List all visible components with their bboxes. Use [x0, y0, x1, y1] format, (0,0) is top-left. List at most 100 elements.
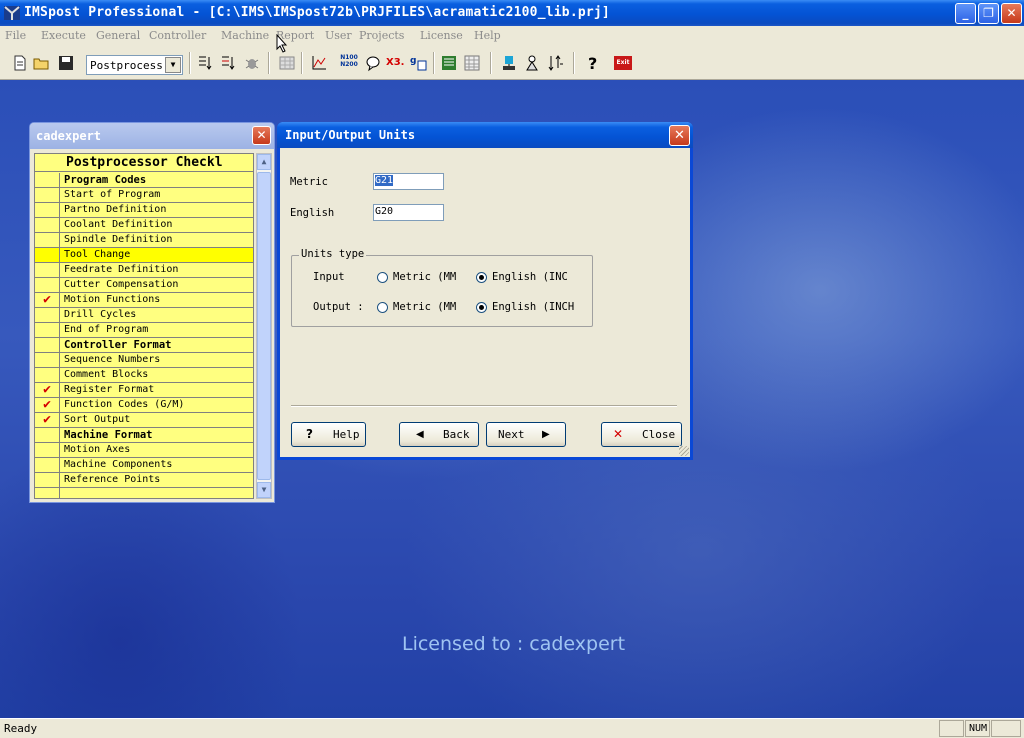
sequence-number-label-top: N100: [340, 54, 358, 61]
checklist-panel: cadexpert ✕ Postprocessor Checkl Program…: [29, 122, 275, 503]
checklist-row[interactable]: Program Codes: [35, 173, 253, 188]
input-metric-option[interactable]: Metric (MM: [393, 271, 456, 283]
sequence-number-button[interactable]: N100 N200: [339, 54, 359, 72]
checklist-row-label: Partno Definition: [64, 204, 167, 215]
resize-grip[interactable]: [679, 446, 689, 456]
checklist-row-label: Program Codes: [64, 174, 147, 186]
metric-code-value: G21: [375, 175, 394, 186]
grid-window-icon[interactable]: [278, 54, 296, 72]
scroll-thumb[interactable]: [257, 172, 271, 480]
checklist-row-label: Function Codes (G/M): [64, 399, 185, 410]
debug-bug-icon[interactable]: [243, 54, 261, 72]
checklist-row[interactable]: Controller Format: [35, 338, 253, 353]
mode-select[interactable]: Postprocess ▼: [86, 55, 183, 75]
checklist-row[interactable]: Motion Axes: [35, 443, 253, 458]
output-english-option[interactable]: English (INCH: [492, 301, 574, 313]
output-metric-option[interactable]: Metric (MM: [393, 301, 456, 313]
checklist-row[interactable]: ✔ Sort Output: [35, 413, 253, 428]
checklist-row[interactable]: Cutter Compensation: [35, 278, 253, 293]
help-question-icon[interactable]: ?: [584, 54, 602, 72]
scroll-down-icon[interactable]: ▼: [257, 482, 271, 498]
checklist-row[interactable]: End of Program: [35, 323, 253, 338]
next-button[interactable]: Next ▶: [486, 422, 566, 447]
checklist-row-label: Motion Axes: [64, 444, 131, 455]
imspost-app-icon[interactable]: [3, 4, 21, 22]
output-english-radio[interactable]: [476, 302, 487, 313]
back-button[interactable]: ◀ Back: [399, 422, 479, 447]
checklist-row[interactable]: Machine Format: [35, 428, 253, 443]
sort-list-icon[interactable]: [219, 54, 237, 72]
checklist-row[interactable]: ✔ Register Format: [35, 383, 253, 398]
output-metric-radio[interactable]: [377, 302, 388, 313]
menu-file[interactable]: File: [5, 29, 26, 42]
checklist-mark-cell: [35, 263, 60, 277]
comment-bubble-icon[interactable]: [364, 54, 382, 72]
machine-tool-icon[interactable]: [500, 54, 518, 72]
menu-execute[interactable]: Execute: [41, 29, 86, 42]
close-window-button[interactable]: ✕: [1001, 3, 1022, 24]
input-english-radio[interactable]: [476, 272, 487, 283]
checklist-close-button[interactable]: ✕: [252, 126, 271, 145]
input-english-option[interactable]: English (INC: [492, 271, 568, 283]
checklist-row-label: Machine Components: [64, 459, 173, 470]
checklist-row[interactable]: ✔ Motion Functions: [35, 293, 253, 308]
scroll-up-icon[interactable]: ▲: [257, 154, 271, 170]
checklist-row[interactable]: Machine Components: [35, 458, 253, 473]
save-icon[interactable]: [57, 54, 75, 72]
function-codes-icon[interactable]: g: [409, 54, 427, 72]
dialog-title-bar[interactable]: Input/Output Units ✕: [277, 122, 693, 148]
checklist-row[interactable]: Drill Cycles: [35, 308, 253, 323]
checklist-header: Postprocessor Checkl: [35, 154, 253, 172]
checklist-mark-cell: [35, 323, 60, 337]
checklist-mark-cell: [35, 488, 60, 498]
maximize-button[interactable]: ❐: [978, 3, 999, 24]
status-text: Ready: [4, 722, 38, 735]
checklist-row[interactable]: Comment Blocks: [35, 368, 253, 383]
new-file-icon[interactable]: [11, 54, 29, 72]
checklist-row[interactable]: Coolant Definition: [35, 218, 253, 233]
metric-code-field[interactable]: G21: [373, 173, 444, 190]
close-button[interactable]: ✕ Close: [601, 422, 682, 447]
robot-tool-icon[interactable]: [523, 54, 541, 72]
english-code-field[interactable]: G20: [373, 204, 444, 221]
checkmark-icon: ✔: [35, 293, 60, 307]
sequence-number-label-bottom: N200: [340, 61, 358, 68]
help-button[interactable]: ? Help: [291, 422, 366, 447]
menu-controller[interactable]: Controller: [149, 29, 206, 42]
close-button-label: Close: [642, 428, 676, 441]
dialog-close-icon-button[interactable]: ✕: [669, 125, 690, 146]
spreadsheet-icon[interactable]: [440, 54, 458, 72]
menu-machine[interactable]: Machine: [221, 29, 269, 42]
checklist-row[interactable]: ✔ Function Codes (G/M): [35, 398, 253, 413]
menu-license[interactable]: License: [420, 29, 463, 42]
menu-general[interactable]: General: [96, 29, 140, 42]
register-format-button[interactable]: X3.: [386, 54, 404, 72]
sort-down-icon[interactable]: [196, 54, 214, 72]
svg-text:?: ?: [588, 54, 597, 72]
checklist-row-label: Start of Program: [64, 189, 161, 200]
checklist-row[interactable]: Tool Change: [35, 248, 253, 263]
checklist-row[interactable]: Feedrate Definition: [35, 263, 253, 278]
checklist-row[interactable]: Reference Points: [35, 473, 253, 488]
open-folder-icon[interactable]: [33, 54, 51, 72]
menu-help[interactable]: Help: [474, 29, 501, 42]
minimize-button[interactable]: _: [955, 3, 976, 24]
graph-chart-icon[interactable]: [310, 54, 328, 72]
checklist-row[interactable]: Spindle Definition: [35, 233, 253, 248]
checklist-row-label: Register Format: [64, 384, 155, 395]
checklist-mark-cell: [35, 353, 60, 367]
menu-projects[interactable]: Projects: [359, 29, 404, 42]
checklist-row-label: Sequence Numbers: [64, 354, 161, 365]
checklist-row[interactable]: Start of Program: [35, 188, 253, 203]
checklist-scrollbar[interactable]: ▲ ▼: [256, 153, 272, 499]
chevron-down-icon[interactable]: ▼: [165, 57, 181, 73]
checklist-title-bar[interactable]: cadexpert ✕: [30, 123, 274, 149]
checklist-row[interactable]: Partno Definition: [35, 203, 253, 218]
checklist-row-label: Reference Points: [64, 474, 161, 485]
checklist-row[interactable]: Sequence Numbers: [35, 353, 253, 368]
input-metric-radio[interactable]: [377, 272, 388, 283]
table-grid-icon[interactable]: [463, 54, 481, 72]
axes-sort-icon[interactable]: [546, 54, 564, 72]
menu-user[interactable]: User: [325, 29, 352, 42]
exit-button[interactable]: Exit: [614, 56, 632, 70]
